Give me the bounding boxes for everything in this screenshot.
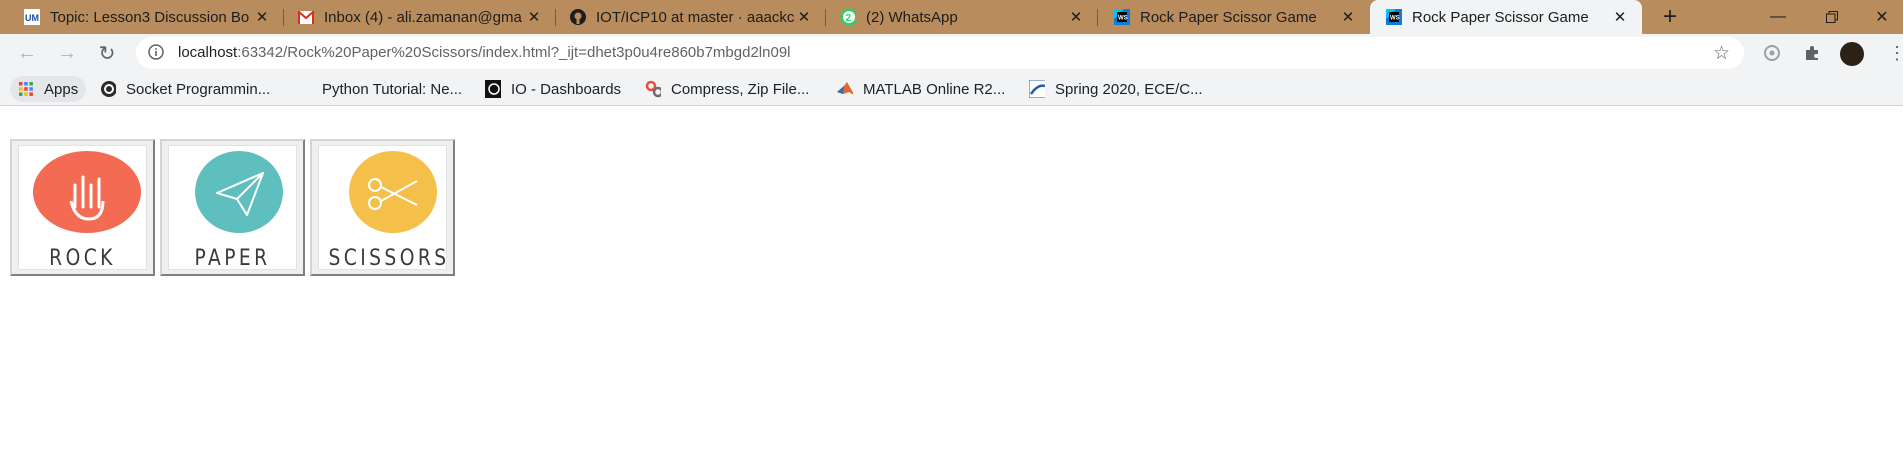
bookmark-label: MATLAB Online R2... (863, 80, 1006, 98)
webstorm-icon: WS (1114, 9, 1130, 25)
tab-gmail-inbox[interactable]: Inbox (4) - ali.zamanan@gma ✕ (284, 0, 556, 34)
paper-plane-icon (195, 151, 283, 233)
menu-kebab-icon[interactable]: ⋮ (1888, 42, 1903, 64)
gears-icon (645, 80, 661, 98)
canvas-icon (1029, 80, 1045, 98)
bookmark-compress-zip[interactable]: Compress, Zip File... (645, 76, 809, 102)
bookmarks-bar: Apps Socket Programmin... Python Tutoria… (0, 72, 1903, 106)
extension-icon[interactable] (1761, 42, 1783, 64)
bookmark-label: Socket Programmin... (126, 80, 271, 98)
paper-button[interactable]: PAPER (160, 139, 305, 276)
choice-label: SCISSORS (328, 246, 450, 271)
tab-title: Rock Paper Scissor Game (1140, 8, 1317, 26)
choice-label: PAPER (194, 246, 271, 271)
minimize-icon[interactable]: — (1753, 0, 1803, 34)
paper-card: PAPER (168, 145, 297, 271)
apps-grid-icon (18, 81, 34, 97)
reload-icon[interactable]: ↻ (93, 39, 121, 67)
info-icon[interactable] (148, 44, 164, 60)
back-arrow-icon[interactable]: ← (13, 39, 41, 67)
svg-text:2: 2 (846, 13, 852, 24)
profile-avatar[interactable] (1840, 42, 1864, 66)
tab-lesson3-discussion[interactable]: UM Topic: Lesson3 Discussion Bo ✕ (0, 0, 284, 34)
close-icon[interactable]: ✕ (524, 7, 544, 27)
io-icon (485, 80, 501, 98)
github-icon (570, 9, 586, 25)
puzzle-extensions-icon[interactable] (1801, 42, 1823, 64)
bookmark-python-tutorial[interactable]: Python Tutorial: Ne... (322, 76, 462, 102)
svg-text:UM: UM (25, 13, 39, 23)
tab-title: Rock Paper Scissor Game (1412, 8, 1589, 26)
tab-title: IOT/ICP10 at master · aaackc (596, 8, 794, 26)
restore-icon[interactable] (1807, 0, 1857, 34)
window-close-icon[interactable]: ✕ (1857, 0, 1903, 34)
rock-card: ROCK (18, 145, 147, 271)
tab-title: Inbox (4) - ali.zamanan@gma (324, 8, 522, 26)
close-icon[interactable]: ✕ (1338, 7, 1358, 27)
bookmark-apps[interactable]: Apps (10, 76, 87, 102)
close-icon[interactable]: ✕ (252, 7, 272, 27)
forward-arrow-icon[interactable]: → (53, 39, 81, 67)
bookmark-star-icon[interactable]: ☆ (1713, 42, 1730, 65)
tab-title: (2) WhatsApp (866, 8, 958, 26)
close-icon[interactable]: ✕ (1066, 7, 1086, 27)
webstorm-icon: WS (1386, 9, 1402, 25)
bookmark-label: Apps (44, 80, 79, 98)
url-host: localhost (178, 44, 238, 61)
bookmark-label: Spring 2020, ECE/C... (1055, 80, 1203, 98)
python-icon (100, 81, 116, 97)
tab-rps-game-1[interactable]: WS Rock Paper Scissor Game ✕ (1098, 0, 1370, 34)
bookmark-matlab-online[interactable]: MATLAB Online R2... (837, 76, 1005, 102)
tab-title: Topic: Lesson3 Discussion Bo (50, 8, 250, 26)
browser-toolbar: ← → ↻ localhost:63342/Rock%20Paper%20Sci… (0, 34, 1903, 72)
scissors-card: SCISSORS (318, 145, 450, 271)
matlab-icon (837, 81, 853, 97)
bookmark-label: Python Tutorial: Ne... (322, 80, 463, 98)
tab-rps-game-active[interactable]: WS Rock Paper Scissor Game ✕ (1370, 0, 1642, 34)
close-icon[interactable]: ✕ (794, 7, 814, 27)
address-bar[interactable]: localhost:63342/Rock%20Paper%20Scissors/… (136, 37, 1744, 69)
svg-text:WS: WS (1118, 16, 1128, 22)
url-text: localhost:63342/Rock%20Paper%20Scissors/… (178, 44, 791, 61)
url-path: :63342/Rock%20Paper%20Scissors/index.htm… (237, 44, 791, 61)
bookmark-label: IO - Dashboards (511, 80, 622, 98)
rock-hand-icon (33, 151, 141, 233)
choice-label: ROCK (49, 246, 116, 271)
new-tab-button[interactable]: + (1656, 4, 1684, 30)
scissors-button[interactable]: SCISSORS (310, 139, 455, 276)
umkc-icon: UM (24, 9, 40, 25)
bookmark-socket-programming[interactable]: Socket Programmin... (100, 76, 270, 102)
bookmark-io-dashboards[interactable]: IO - Dashboards (485, 76, 621, 102)
gmail-icon (298, 9, 314, 25)
rock-button[interactable]: ROCK (10, 139, 155, 276)
close-icon[interactable]: ✕ (1610, 7, 1630, 27)
tab-whatsapp[interactable]: 2 (2) WhatsApp ✕ (826, 0, 1098, 34)
tab-strip: UM Topic: Lesson3 Discussion Bo ✕ Inbox … (0, 0, 1903, 34)
whatsapp-icon: 2 (840, 8, 856, 26)
svg-text:WS: WS (1390, 16, 1400, 22)
scissors-icon (349, 151, 437, 233)
bookmark-label: Compress, Zip File... (671, 80, 810, 98)
bookmark-spring-2020[interactable]: Spring 2020, ECE/C... (1029, 76, 1203, 102)
tab-github-icp10[interactable]: IOT/ICP10 at master · aaackc ✕ (556, 0, 826, 34)
